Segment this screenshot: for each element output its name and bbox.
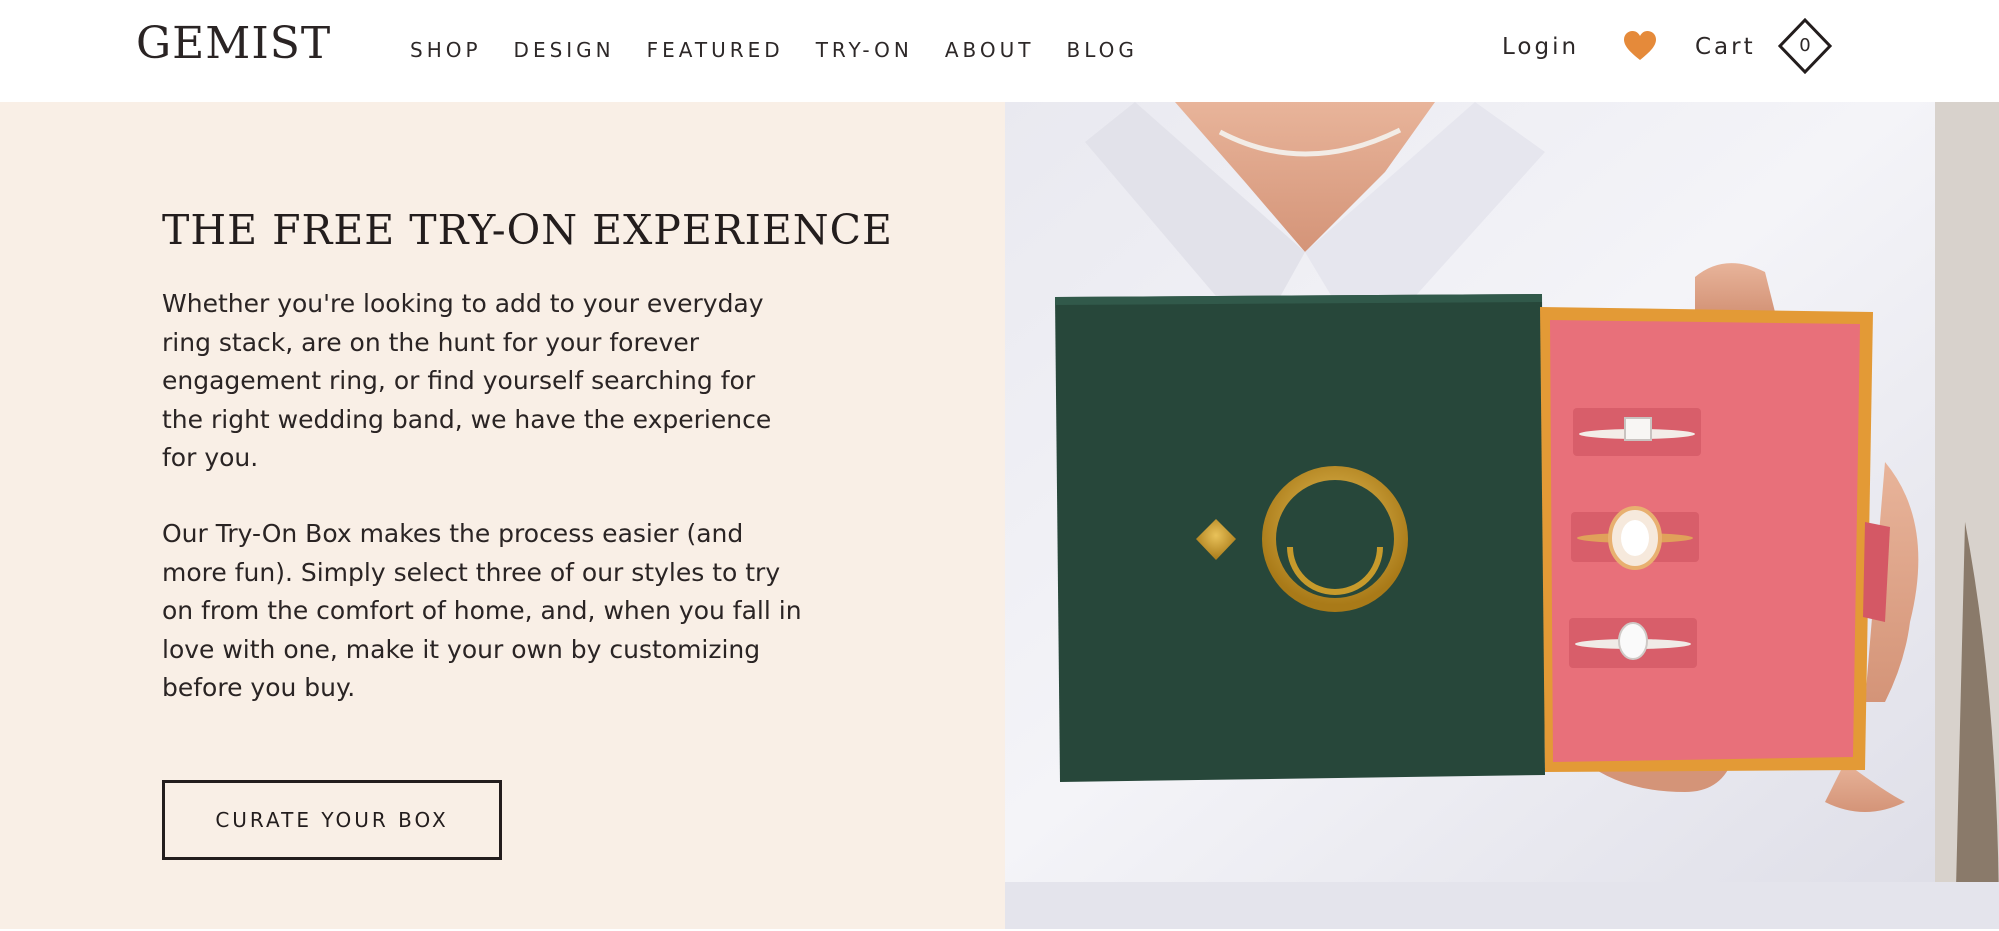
nav-item-blog[interactable]: BLOG [1067, 38, 1138, 62]
page-title: THE FREE TRY-ON EXPERIENCE [162, 206, 893, 254]
curate-your-box-button[interactable]: CURATE YOUR BOX [162, 780, 502, 860]
cart-count-badge: 0 [1799, 35, 1811, 56]
site-header: GEMIST SHOP DESIGN FEATURED TRY-ON ABOUT… [0, 0, 1999, 102]
nav-item-design[interactable]: DESIGN [514, 38, 615, 62]
intro-paragraph: Whether you're looking to add to your ev… [162, 289, 772, 472]
try-on-box-photo [1005, 102, 1999, 929]
nav-item-shop[interactable]: SHOP [410, 38, 482, 62]
main-nav: SHOP DESIGN FEATURED TRY-ON ABOUT BLOG [410, 30, 1170, 70]
nav-item-about[interactable]: ABOUT [945, 38, 1035, 62]
site-logo[interactable]: GEMIST [136, 14, 331, 74]
nav-item-try-on[interactable]: TRY-ON [816, 38, 913, 62]
try-on-box-paragraph: Our Try-On Box makes the process easier … [162, 519, 802, 702]
login-link[interactable]: Login [1502, 28, 1579, 66]
heart-icon[interactable] [1623, 30, 1657, 62]
nav-item-featured[interactable]: FEATURED [647, 38, 784, 62]
try-on-box-image [1005, 102, 1999, 929]
try-on-text-panel: THE FREE TRY-ON EXPERIENCE Whether you'r… [0, 102, 1005, 929]
cart-link[interactable]: Cart [1695, 28, 1756, 66]
